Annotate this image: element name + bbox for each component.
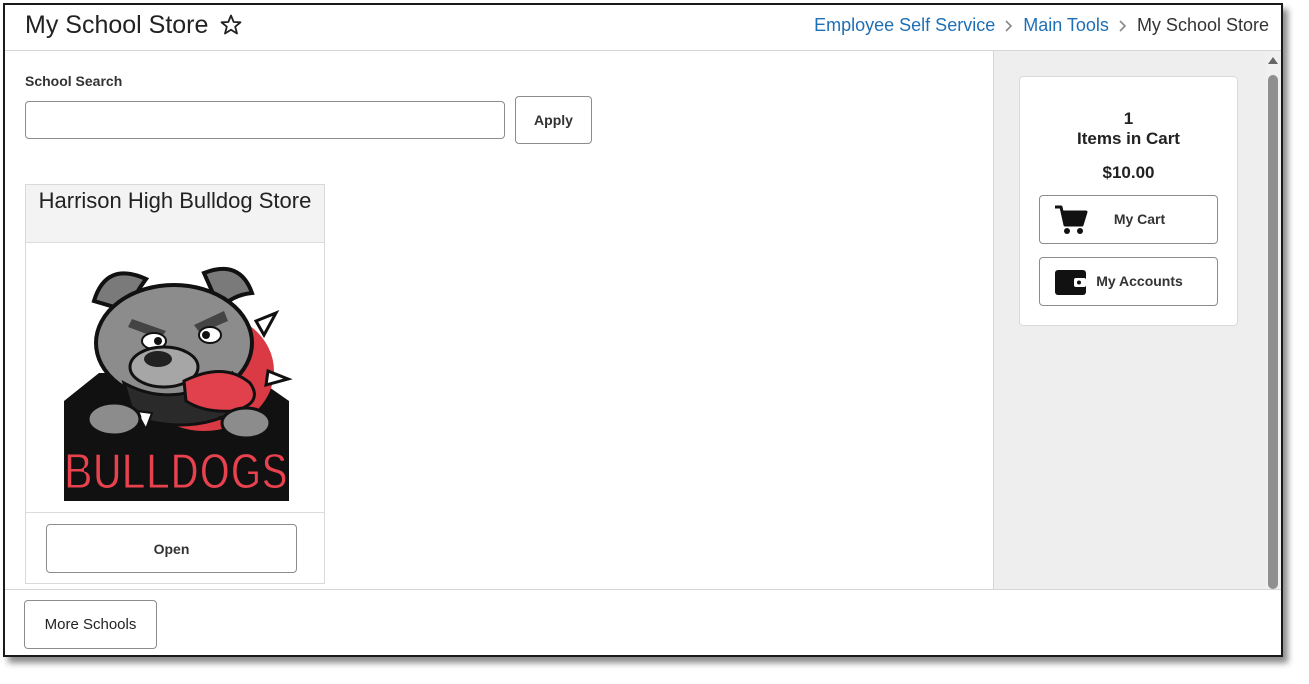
my-cart-button[interactable]: My Cart [1039,195,1218,244]
store-name: Harrison High Bulldog Store [26,185,324,243]
my-accounts-label: My Accounts [1096,273,1183,289]
more-schools-button[interactable]: More Schools [24,600,157,649]
bulldog-mascot-logo: BULLDOGS [63,267,293,503]
my-accounts-button[interactable]: My Accounts [1039,257,1218,306]
breadcrumb-current: My School Store [1136,15,1269,35]
star-icon[interactable] [219,13,243,37]
chevron-right-icon [1119,19,1127,32]
store-card: Harrison High Bulldog Store BULLDOGS Ope… [25,184,325,584]
store-logo: BULLDOGS [26,243,324,513]
main-content: School Search Apply Harrison High Bulldo… [5,51,993,589]
page-footer: More Schools [5,589,1281,655]
open-store-button[interactable]: Open [46,524,297,573]
cart-items-label: Items in Cart [1077,129,1180,148]
cart-total: $10.00 [1102,163,1155,182]
cart-panel: 1 Items in Cart $10.00 My Cart My Accoun… [993,51,1265,589]
vertical-scrollbar[interactable] [1265,51,1281,589]
my-cart-label: My Cart [1113,211,1166,227]
apply-button[interactable]: Apply [515,96,592,144]
logo-text: BULLDOGS [64,443,288,501]
breadcrumb-employee-self-service[interactable]: Employee Self Service [814,15,995,36]
breadcrumb-main-tools[interactable]: Main Tools [1023,15,1109,36]
school-search-label: School Search [25,73,123,89]
app-window: My School Store Employee Self Service Ma… [3,3,1283,657]
breadcrumb: Employee Self Service Main Tools My Scho… [814,15,1269,36]
chevron-right-icon [1005,19,1013,32]
cart-summary: 1 Items in Cart $10.00 My Cart My Accoun… [1019,76,1238,326]
scroll-thumb[interactable] [1268,75,1278,589]
page-title: My School Store [25,11,209,39]
page-header: My School Store Employee Self Service Ma… [5,5,1281,51]
cart-item-count: 1 [1123,109,1134,128]
scroll-up-arrow-icon[interactable] [1268,57,1278,64]
school-search-input[interactable] [25,101,505,139]
